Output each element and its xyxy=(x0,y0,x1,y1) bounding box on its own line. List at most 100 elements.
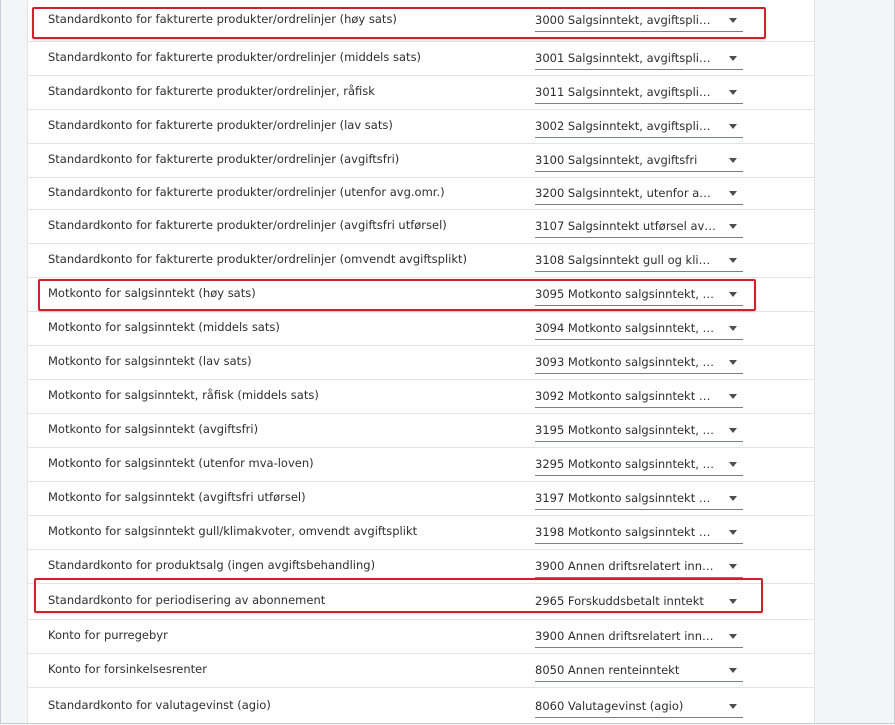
account-dropdown[interactable]: 3095 Motkonto salgsinntekt, avgif... xyxy=(535,282,743,306)
setting-label: Motkonto for salgsinntekt (avgiftsfri ut… xyxy=(48,490,306,504)
setting-label: Standardkonto for fakturerte produkter/o… xyxy=(48,252,468,266)
account-dropdown-value: 8050 Annen renteinntekt xyxy=(535,663,680,677)
account-dropdown-value: 3094 Motkonto salgsinntekt, avgif... xyxy=(535,321,717,335)
account-settings-panel: Standardkonto for fakturerte produkter/o… xyxy=(27,0,815,723)
account-dropdown[interactable]: 3900 Annen driftsrelatert inntekt xyxy=(535,624,743,648)
account-dropdown[interactable]: 3200 Salgsinntekt, utenfor avgifts... xyxy=(535,181,743,205)
setting-label: Standardkonto for valutagevinst (agio) xyxy=(48,698,271,712)
setting-label: Standardkonto for fakturerte produkter/o… xyxy=(48,185,445,199)
account-dropdown-value: 3197 Motkonto salgsinntekt utførs... xyxy=(535,491,717,505)
setting-label: Motkonto for salgsinntekt (høy sats) xyxy=(48,286,256,300)
setting-label: Standardkonto for fakturerte produkter/o… xyxy=(48,50,422,64)
chevron-down-icon[interactable] xyxy=(729,462,737,467)
account-dropdown-value: 3900 Annen driftsrelatert inntekt xyxy=(535,629,717,643)
settings-row: Standardkonto for valutagevinst (agio) 80… xyxy=(28,688,814,723)
setting-label: Standardkonto for produktsalg (ingen avg… xyxy=(48,558,376,572)
account-dropdown[interactable]: 2965 Forskuddsbetalt inntekt xyxy=(535,589,743,613)
setting-label: Motkonto for salgsinntekt gull/klimakvot… xyxy=(48,524,418,538)
account-dropdown[interactable]: 3197 Motkonto salgsinntekt utførs... xyxy=(535,486,743,510)
account-dropdown[interactable]: 3195 Motkonto salgsinntekt, avgif... xyxy=(535,418,743,442)
account-dropdown[interactable]: 3100 Salgsinntekt, avgiftsfri xyxy=(535,148,743,172)
setting-label: Standardkonto for periodisering av abonn… xyxy=(48,593,326,607)
settings-row: Konto for purregebyr 3900 Annen driftsrel… xyxy=(28,620,814,654)
settings-row: Standardkonto for fakturerte produkter/o… xyxy=(28,110,814,144)
settings-row: Motkonto for salgsinntekt (avgiftsfri) 31… xyxy=(28,414,814,448)
account-dropdown[interactable]: 3198 Motkonto salgsinntekt gull o... xyxy=(535,520,743,544)
account-dropdown-value: 8060 Valutagevinst (agio) xyxy=(535,699,684,713)
account-dropdown-value: 3095 Motkonto salgsinntekt, avgif... xyxy=(535,287,717,301)
setting-label: Motkonto for salgsinntekt, råfisk (midde… xyxy=(48,388,319,402)
account-dropdown[interactable]: 3107 Salgsinntekt utførsel av vare... xyxy=(535,214,743,238)
settings-row: Standardkonto for fakturerte produkter/o… xyxy=(28,144,814,178)
settings-row: Motkonto for salgsinntekt gull/klimakvot… xyxy=(28,516,814,550)
account-dropdown-value: 3200 Salgsinntekt, utenfor avgifts... xyxy=(535,186,717,200)
account-dropdown-value: 3001 Salgsinntekt, avgiftspliktig, m xyxy=(535,51,717,65)
chevron-down-icon[interactable] xyxy=(729,564,737,569)
settings-row: Motkonto for salgsinntekt (lav sats) 3093… xyxy=(28,346,814,380)
chevron-down-icon[interactable] xyxy=(729,599,737,604)
account-dropdown-value: 3000 Salgsinntekt, avgiftspliktig xyxy=(535,13,717,27)
account-dropdown[interactable]: 3001 Salgsinntekt, avgiftspliktig, m xyxy=(535,46,743,70)
account-dropdown[interactable]: 8050 Annen renteinntekt xyxy=(535,658,743,682)
chevron-down-icon[interactable] xyxy=(729,292,737,297)
account-dropdown[interactable]: 3093 Motkonto salgsinntekt, avgif... xyxy=(535,350,743,374)
chevron-down-icon[interactable] xyxy=(729,704,737,709)
account-dropdown-value: 3295 Motkonto salgsinntekt, utenf... xyxy=(535,457,717,471)
chevron-down-icon[interactable] xyxy=(729,428,737,433)
setting-label: Standardkonto for fakturerte produkter/o… xyxy=(48,152,400,166)
account-dropdown[interactable]: 8060 Valutagevinst (agio) xyxy=(535,694,743,718)
chevron-down-icon[interactable] xyxy=(729,394,737,399)
chevron-down-icon[interactable] xyxy=(729,360,737,365)
account-dropdown[interactable]: 3094 Motkonto salgsinntekt, avgif... xyxy=(535,316,743,340)
settings-row: Standardkonto for fakturerte produkter/o… xyxy=(28,178,814,210)
settings-row: Konto for forsinkelsesrenter 8050 Annen r… xyxy=(28,654,814,688)
account-dropdown[interactable]: 3900 Annen driftsrelatert inntekt xyxy=(535,554,743,578)
chevron-down-icon[interactable] xyxy=(729,530,737,535)
chevron-down-icon[interactable] xyxy=(729,326,737,331)
chevron-down-icon[interactable] xyxy=(729,258,737,263)
chevron-down-icon[interactable] xyxy=(729,224,737,229)
account-dropdown-value: 3093 Motkonto salgsinntekt, avgif... xyxy=(535,355,717,369)
chevron-down-icon[interactable] xyxy=(729,668,737,673)
settings-row: Motkonto for salgsinntekt (utenfor mva-l… xyxy=(28,448,814,482)
account-dropdown-value: 3002 Salgsinntekt, avgiftspliktig, l... xyxy=(535,119,717,133)
chevron-down-icon[interactable] xyxy=(729,18,737,23)
setting-label: Motkonto for salgsinntekt (lav sats) xyxy=(48,354,252,368)
chevron-down-icon[interactable] xyxy=(729,90,737,95)
chevron-down-icon[interactable] xyxy=(729,191,737,196)
settings-row: Motkonto for salgsinntekt (høy sats) 3095… xyxy=(28,278,814,312)
setting-label: Motkonto for salgsinntekt (middels sats) xyxy=(48,320,280,334)
settings-row: Motkonto for salgsinntekt, råfisk (midde… xyxy=(28,380,814,414)
chevron-down-icon[interactable] xyxy=(729,634,737,639)
account-dropdown-value: 3100 Salgsinntekt, avgiftsfri xyxy=(535,153,698,167)
setting-label: Standardkonto for fakturerte produkter/o… xyxy=(48,218,447,232)
account-dropdown-value: 3107 Salgsinntekt utførsel av vare... xyxy=(535,219,717,233)
account-dropdown[interactable]: 3000 Salgsinntekt, avgiftspliktig xyxy=(535,8,743,32)
chevron-down-icon[interactable] xyxy=(729,158,737,163)
settings-row: Standardkonto for fakturerte produkter/o… xyxy=(28,210,814,244)
account-dropdown[interactable]: 3092 Motkonto salgsinntekt fisk, a... xyxy=(535,384,743,408)
setting-label: Standardkonto for fakturerte produkter/o… xyxy=(48,118,393,132)
settings-row: Standardkonto for periodisering av abonn… xyxy=(28,584,814,620)
chevron-down-icon[interactable] xyxy=(729,56,737,61)
settings-row: Standardkonto for fakturerte produkter/o… xyxy=(28,0,814,42)
settings-row: Motkonto for salgsinntekt (middels sats)… xyxy=(28,312,814,346)
account-dropdown-value: 3092 Motkonto salgsinntekt fisk, a... xyxy=(535,389,717,403)
account-dropdown[interactable]: 3295 Motkonto salgsinntekt, utenf... xyxy=(535,452,743,476)
settings-row: Standardkonto for produktsalg (ingen avg… xyxy=(28,550,814,584)
account-dropdown-value: 3011 Salgsinntekt, avgiftspliktig, r... xyxy=(535,85,717,99)
setting-label: Standardkonto for fakturerte produkter/o… xyxy=(48,12,397,26)
settings-row: Standardkonto for fakturerte produkter/o… xyxy=(28,76,814,110)
account-dropdown-value: 3198 Motkonto salgsinntekt gull o... xyxy=(535,525,717,539)
settings-frame: Standardkonto for fakturerte produkter/o… xyxy=(0,0,895,724)
settings-row: Standardkonto for fakturerte produkter/o… xyxy=(28,42,814,76)
chevron-down-icon[interactable] xyxy=(729,496,737,501)
account-dropdown[interactable]: 3011 Salgsinntekt, avgiftspliktig, r... xyxy=(535,80,743,104)
account-dropdown[interactable]: 3002 Salgsinntekt, avgiftspliktig, l... xyxy=(535,114,743,138)
account-dropdown-value: 3108 Salgsinntekt gull og klimakvo... xyxy=(535,253,717,267)
chevron-down-icon[interactable] xyxy=(729,124,737,129)
account-dropdown-value: 3900 Annen driftsrelatert inntekt xyxy=(535,559,717,573)
account-dropdown-value: 3195 Motkonto salgsinntekt, avgif... xyxy=(535,423,717,437)
settings-row: Motkonto for salgsinntekt (avgiftsfri ut… xyxy=(28,482,814,516)
account-dropdown[interactable]: 3108 Salgsinntekt gull og klimakvo... xyxy=(535,248,743,272)
